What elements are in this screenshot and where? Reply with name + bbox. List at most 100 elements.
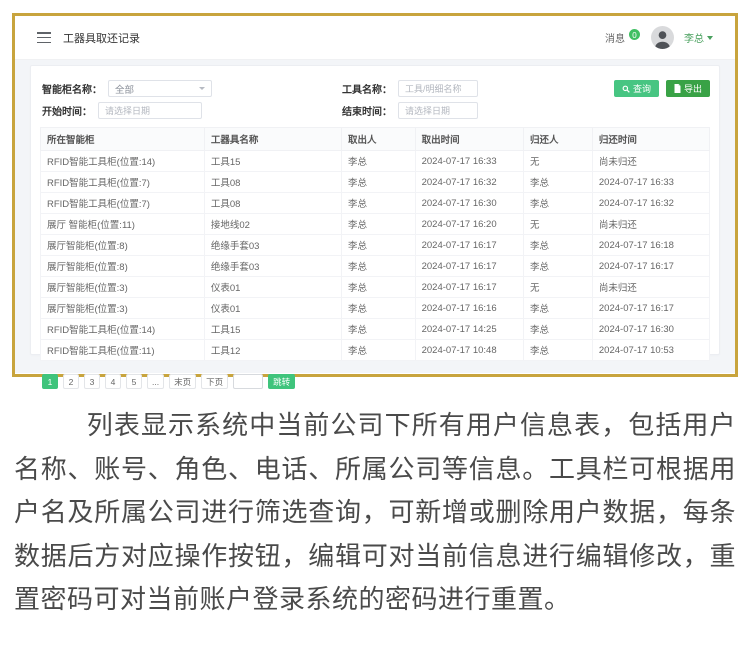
table-cell: RFID智能工具柜(位置:7) — [41, 193, 205, 214]
table-header-cell: 取出时间 — [415, 128, 523, 151]
table-cell: 2024-07-17 16:32 — [415, 172, 523, 193]
table-row: 展厅智能柜(位置:8)绝缘手套03李总2024-07-17 16:17李总202… — [41, 256, 710, 277]
avatar[interactable] — [651, 26, 674, 49]
table-header-cell: 归还人 — [523, 128, 592, 151]
table-cell: 无 — [523, 214, 592, 235]
table-cell: 工具08 — [204, 172, 341, 193]
page-jump-button[interactable]: 跳转 — [268, 374, 295, 389]
cabinet-label: 智能柜名称： — [42, 81, 102, 96]
message-badge: 0 — [628, 28, 641, 41]
table-cell: 李总 — [523, 298, 592, 319]
table-row: 展厅智能柜(位置:3)仪表01李总2024-07-17 16:16李总2024-… — [41, 298, 710, 319]
table-cell: 2024-07-17 16:18 — [592, 235, 709, 256]
start-date-input[interactable] — [98, 102, 202, 119]
page-jump-input[interactable] — [233, 374, 263, 389]
table-cell: 2024-07-17 16:32 — [592, 193, 709, 214]
table-header-cell: 工器具名称 — [204, 128, 341, 151]
table-cell: 2024-07-17 10:48 — [415, 340, 523, 361]
user-avatar-icon — [651, 26, 674, 49]
records-card: 智能柜名称： 全部 工具名称： — [30, 65, 720, 355]
table-cell: 李总 — [342, 172, 416, 193]
table-cell: 展厅智能柜(位置:8) — [41, 235, 205, 256]
table-cell: 2024-07-17 16:17 — [592, 256, 709, 277]
page-button[interactable]: 2 — [63, 374, 79, 389]
table-header-row: 所在智能柜工器具名称取出人取出时间归还人归还时间 — [41, 128, 710, 151]
table-row: 展厅智能柜(位置:3)仪表01李总2024-07-17 16:17无尚未归还 — [41, 277, 710, 298]
filter-row-2: 开始时间： 结束时间： — [40, 101, 710, 120]
table-cell: 工具12 — [204, 340, 341, 361]
table-cell: 绝缘手套03 — [204, 235, 341, 256]
table-row: RFID智能工具柜(位置:14)工具15李总2024-07-17 16:33无尚… — [41, 151, 710, 172]
navbar: 工器具取还记录 消息 0 李总 — [15, 16, 735, 60]
cabinet-select[interactable]: 全部 — [108, 80, 212, 97]
table-cell: 工具08 — [204, 193, 341, 214]
page-title: 工器具取还记录 — [63, 30, 140, 46]
user-menu[interactable]: 李总 — [684, 30, 713, 45]
hamburger-menu-icon[interactable] — [37, 32, 51, 43]
search-button-label: 查询 — [633, 82, 651, 95]
message-link[interactable]: 消息 0 — [605, 30, 641, 45]
page-button[interactable]: 3 — [84, 374, 100, 389]
table-cell: 绝缘手套03 — [204, 256, 341, 277]
export-button[interactable]: 导出 — [666, 80, 710, 97]
table-cell: 接地线02 — [204, 214, 341, 235]
table-cell: 李总 — [523, 256, 592, 277]
table-cell: 仪表01 — [204, 277, 341, 298]
table-cell: 展厅智能柜(位置:8) — [41, 256, 205, 277]
table-cell: RFID智能工具柜(位置:14) — [41, 319, 205, 340]
start-time-label: 开始时间： — [42, 103, 92, 118]
table-cell: 无 — [523, 277, 592, 298]
table-cell: 仪表01 — [204, 298, 341, 319]
chevron-down-icon — [707, 36, 713, 40]
export-button-label: 导出 — [684, 82, 702, 95]
table-cell: 2024-07-17 16:17 — [415, 256, 523, 277]
table-cell: 李总 — [342, 277, 416, 298]
table-row: RFID智能工具柜(位置:11)工具12李总2024-07-17 10:48李总… — [41, 340, 710, 361]
table-row: 展厅智能柜(位置:8)绝缘手套03李总2024-07-17 16:17李总202… — [41, 235, 710, 256]
last-page-button[interactable]: 末页 — [169, 374, 196, 389]
page-button[interactable]: 4 — [105, 374, 121, 389]
table-header-cell: 所在智能柜 — [41, 128, 205, 151]
navbar-right: 消息 0 李总 — [605, 26, 713, 49]
page-ellipsis-button[interactable]: ... — [147, 374, 164, 389]
tool-name-input[interactable] — [398, 80, 478, 97]
pagination-pages: 12345... — [42, 374, 164, 389]
table-cell: 李总 — [342, 298, 416, 319]
tool-name-label: 工具名称： — [342, 81, 392, 96]
next-page-button[interactable]: 下页 — [201, 374, 228, 389]
table-header-cell: 归还时间 — [592, 128, 709, 151]
table-cell: 工具15 — [204, 319, 341, 340]
table-cell: RFID智能工具柜(位置:14) — [41, 151, 205, 172]
table-cell: 李总 — [342, 319, 416, 340]
table-cell: 2024-07-17 16:20 — [415, 214, 523, 235]
table-cell: RFID智能工具柜(位置:7) — [41, 172, 205, 193]
table-row: 展厅 智能柜(位置:11)接地线02李总2024-07-17 16:20无尚未归… — [41, 214, 710, 235]
table-row: RFID智能工具柜(位置:7)工具08李总2024-07-17 16:32李总2… — [41, 172, 710, 193]
end-date-input[interactable] — [398, 102, 478, 119]
table-body: RFID智能工具柜(位置:14)工具15李总2024-07-17 16:33无尚… — [41, 151, 710, 361]
filter-buttons: 查询 导出 — [614, 80, 710, 97]
end-time-filter: 结束时间： — [342, 102, 478, 119]
table-cell: 2024-07-17 16:33 — [592, 172, 709, 193]
table-cell: 2024-07-17 16:17 — [415, 277, 523, 298]
filter-row-1: 智能柜名称： 全部 工具名称： — [40, 79, 710, 98]
page-button[interactable]: 1 — [42, 374, 58, 389]
table-cell: 2024-07-17 10:53 — [592, 340, 709, 361]
table-cell: 无 — [523, 151, 592, 172]
search-button[interactable]: 查询 — [614, 80, 659, 97]
table-cell: 2024-07-17 14:25 — [415, 319, 523, 340]
table-cell: 2024-07-17 16:17 — [415, 235, 523, 256]
records-table: 所在智能柜工器具名称取出人取出时间归还人归还时间 RFID智能工具柜(位置:14… — [40, 127, 710, 361]
table-cell: 李总 — [523, 319, 592, 340]
content-area: 智能柜名称： 全部 工具名称： — [15, 60, 735, 373]
description-paragraph: 列表显示系统中当前公司下所有用户信息表，包括用户名称、账号、角色、电话、所属公司… — [0, 404, 750, 622]
table-header-cell: 取出人 — [342, 128, 416, 151]
message-label: 消息 — [605, 30, 625, 45]
table-cell: 工具15 — [204, 151, 341, 172]
table-cell: 李总 — [523, 235, 592, 256]
table-cell: 李总 — [523, 340, 592, 361]
table-cell: 李总 — [342, 214, 416, 235]
pagination: 12345... 末页 下页 跳转 — [42, 374, 710, 389]
page-button[interactable]: 5 — [126, 374, 142, 389]
table-cell: 2024-07-17 16:16 — [415, 298, 523, 319]
